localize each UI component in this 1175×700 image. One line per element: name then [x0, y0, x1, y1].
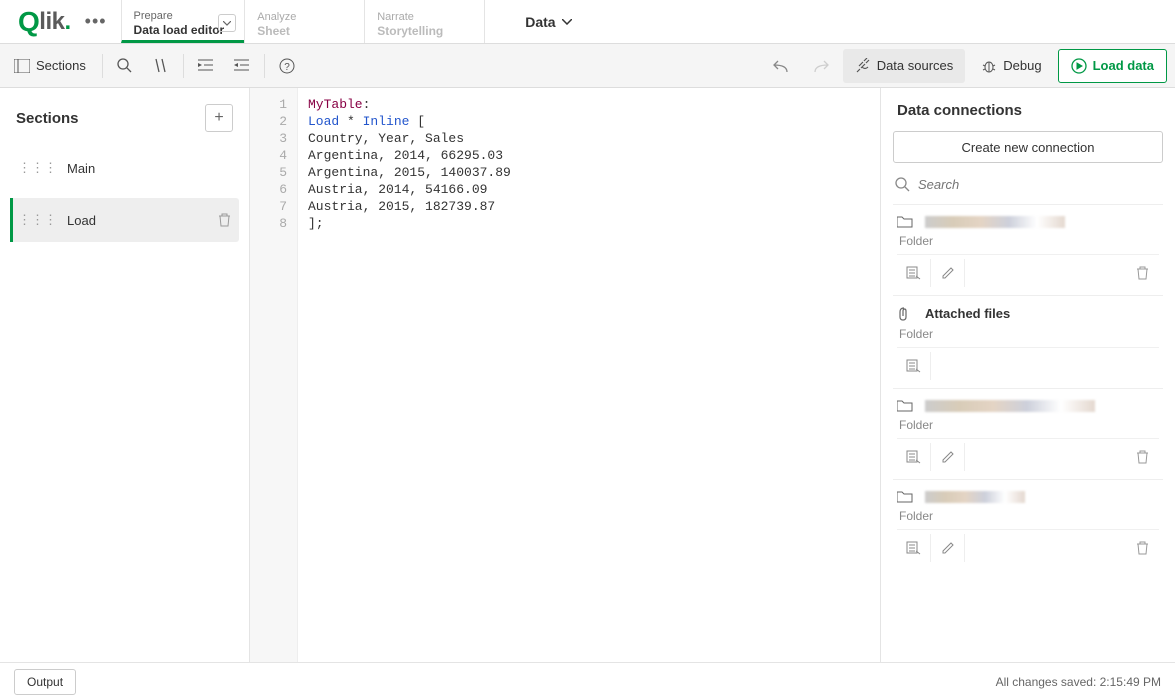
tab-prepare-label-bot: Data load editor	[134, 23, 225, 37]
help-button[interactable]: ?	[269, 48, 305, 84]
folder-icon	[897, 399, 917, 412]
tab-analyze-label-bot: Sheet	[257, 24, 344, 38]
edit-icon[interactable]	[931, 259, 965, 287]
select-data-icon[interactable]	[897, 443, 931, 471]
comment-icon	[153, 58, 168, 73]
sections-title: Sections	[16, 110, 79, 127]
play-icon	[1071, 58, 1087, 74]
folder-icon	[897, 215, 917, 228]
edit-icon[interactable]	[931, 534, 965, 562]
data-sources-button[interactable]: Data sources	[843, 49, 966, 83]
app-menu-icon[interactable]: •••	[85, 11, 107, 32]
sections-sidebar: Sections + ⋮⋮⋮ Main ⋮⋮⋮ Load	[0, 88, 250, 662]
grip-icon: ⋮⋮⋮	[18, 212, 57, 228]
edit-icon[interactable]	[931, 443, 965, 471]
delete-icon[interactable]	[1125, 443, 1159, 471]
delete-icon[interactable]	[1125, 259, 1159, 287]
footer: Output All changes saved: 2:15:49 PM	[0, 662, 1175, 700]
tab-analyze-label-top: Analyze	[257, 11, 344, 23]
output-button[interactable]: Output	[14, 669, 76, 695]
connection-item[interactable]: Folder	[893, 479, 1163, 570]
attachment-icon	[897, 306, 917, 321]
sections-icon	[14, 59, 30, 73]
connection-type: Folder	[897, 509, 1159, 523]
nav-tabs: Prepare Data load editor Analyze Sheet N…	[121, 0, 486, 43]
tab-analyze[interactable]: Analyze Sheet	[244, 0, 364, 43]
connection-name-redacted	[925, 491, 1025, 503]
sections-toggle-label: Sections	[36, 58, 86, 73]
search-icon	[117, 58, 132, 73]
tab-prepare-label-top: Prepare	[134, 10, 225, 22]
select-data-icon[interactable]	[897, 259, 931, 287]
redo-button[interactable]	[803, 48, 839, 84]
debug-label: Debug	[1003, 58, 1041, 73]
connection-search[interactable]	[893, 173, 1163, 196]
grip-icon: ⋮⋮⋮	[18, 160, 57, 176]
connection-item[interactable]: Folder	[893, 204, 1163, 295]
add-section-button[interactable]: +	[205, 104, 233, 132]
qlik-logo: Qlik.	[18, 6, 71, 38]
chevron-down-icon	[562, 19, 572, 25]
help-icon: ?	[279, 58, 295, 74]
search-button[interactable]	[107, 48, 143, 84]
create-connection-button[interactable]: Create new connection	[893, 131, 1163, 163]
debug-button[interactable]: Debug	[969, 49, 1053, 83]
tab-narrate-label-top: Narrate	[377, 11, 464, 23]
top-nav: Qlik. ••• Prepare Data load editor Analy…	[0, 0, 1175, 44]
search-input[interactable]	[918, 177, 1161, 192]
section-label: Main	[67, 161, 231, 176]
app-name-label: Data	[525, 14, 555, 30]
section-item-load[interactable]: ⋮⋮⋮ Load	[10, 198, 239, 242]
delete-section-icon[interactable]	[218, 213, 231, 227]
load-data-button[interactable]: Load data	[1058, 49, 1167, 83]
undo-button[interactable]	[763, 48, 799, 84]
connection-type: Folder	[897, 418, 1159, 432]
connection-type: Folder	[897, 327, 1159, 341]
svg-text:?: ?	[284, 62, 290, 73]
code-content[interactable]: MyTable:Load * Inline [Country, Year, Sa…	[298, 88, 880, 662]
outdent-button[interactable]	[224, 48, 260, 84]
connection-item[interactable]: Folder	[893, 388, 1163, 479]
connection-name-redacted	[925, 216, 1065, 228]
indent-button[interactable]	[188, 48, 224, 84]
sections-toggle[interactable]: Sections	[8, 48, 98, 84]
logo-area: Qlik. •••	[0, 0, 121, 43]
save-status: All changes saved: 2:15:49 PM	[996, 675, 1161, 689]
data-sources-label: Data sources	[877, 58, 954, 73]
section-label: Load	[67, 213, 218, 228]
folder-icon	[897, 490, 917, 503]
chevron-down-icon[interactable]	[218, 14, 236, 32]
tab-narrate-label-bot: Storytelling	[377, 24, 464, 38]
select-data-icon[interactable]	[897, 534, 931, 562]
outdent-icon	[234, 59, 249, 72]
code-editor[interactable]: 12345678 MyTable:Load * Inline [Country,…	[250, 88, 881, 662]
connection-name-redacted	[925, 400, 1095, 412]
app-name-dropdown[interactable]: Data	[505, 0, 591, 43]
data-connections-panel: Data connections Create new connection F…	[881, 88, 1175, 662]
comment-toggle-button[interactable]	[143, 48, 179, 84]
load-data-label: Load data	[1093, 58, 1154, 73]
toolbar: Sections ? Data sources Debug Load data	[0, 44, 1175, 88]
select-data-icon[interactable]	[897, 352, 931, 380]
tab-prepare[interactable]: Prepare Data load editor	[121, 0, 245, 43]
connections-title: Data connections	[893, 102, 1163, 119]
redo-icon	[813, 59, 829, 73]
plug-icon	[855, 58, 871, 74]
connection-item-attached[interactable]: Attached files Folder	[893, 295, 1163, 388]
main-area: Sections + ⋮⋮⋮ Main ⋮⋮⋮ Load 12345678 My…	[0, 88, 1175, 662]
indent-icon	[198, 59, 213, 72]
tab-narrate[interactable]: Narrate Storytelling	[364, 0, 484, 43]
search-icon	[895, 177, 910, 192]
delete-icon[interactable]	[1125, 534, 1159, 562]
bug-icon	[981, 58, 997, 74]
connection-type: Folder	[897, 234, 1159, 248]
connection-name: Attached files	[925, 306, 1010, 321]
line-gutter: 12345678	[250, 88, 298, 662]
section-item-main[interactable]: ⋮⋮⋮ Main	[10, 146, 239, 190]
undo-icon	[773, 59, 789, 73]
